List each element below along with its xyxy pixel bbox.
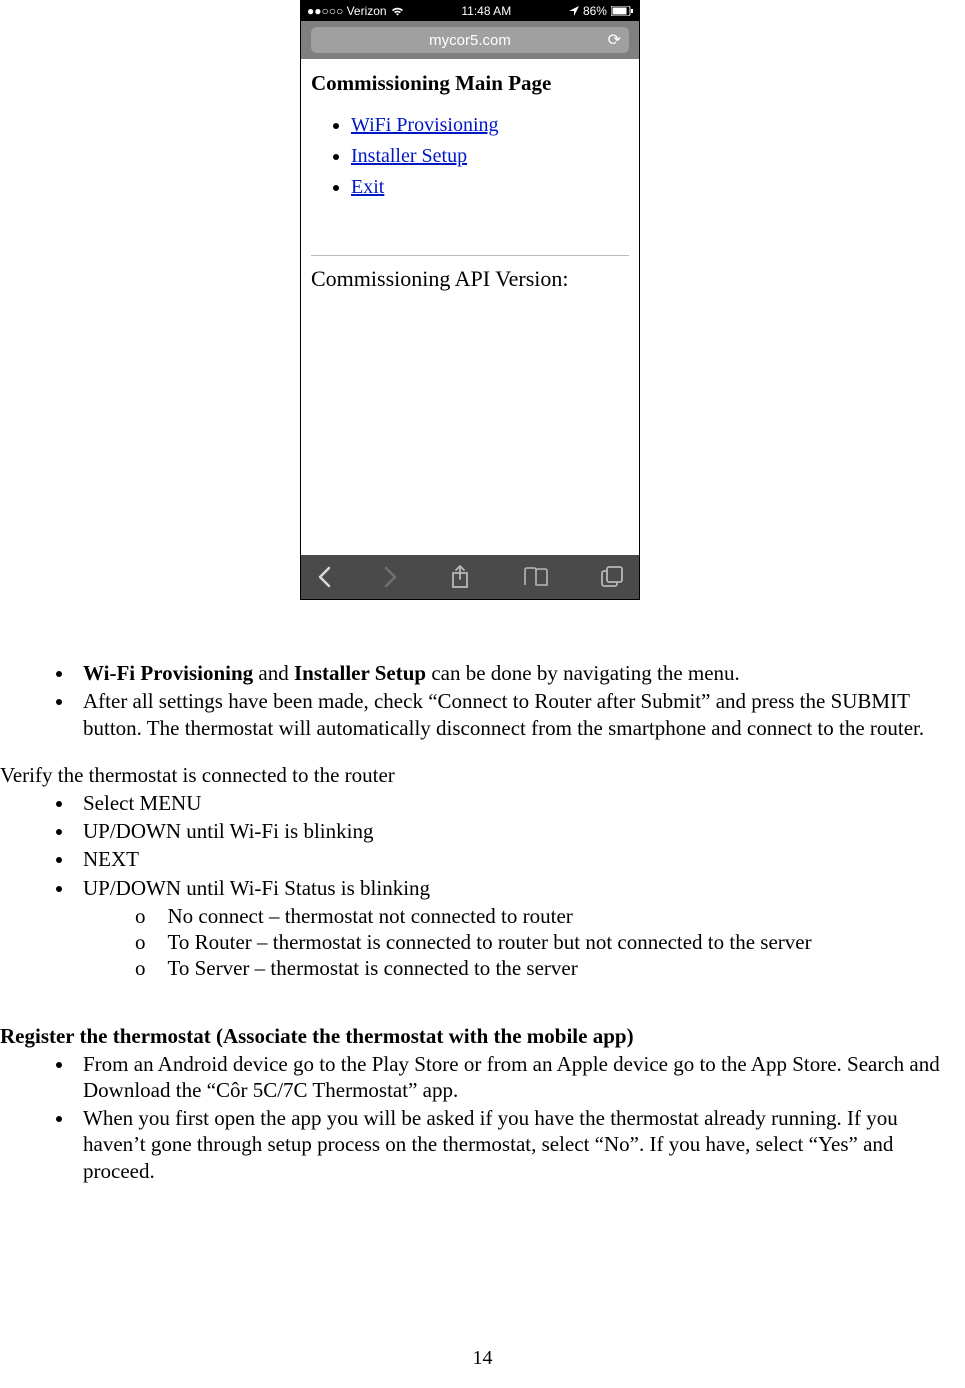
tabs-icon[interactable] (601, 566, 623, 588)
phone-page-content: Commissioning Main Page WiFi Provisionin… (301, 59, 639, 555)
bold-text: Wi-Fi Provisioning (83, 661, 253, 685)
verify-heading: Verify the thermostat is connected to th… (0, 763, 965, 788)
page-title: Commissioning Main Page (311, 71, 629, 96)
text: can be done by navigating the menu. (426, 661, 740, 685)
list-item: To Router – thermostat is connected to r… (135, 929, 965, 955)
divider (311, 255, 629, 256)
status-sublist: No connect – thermostat not connected to… (0, 903, 965, 982)
status-bar: ●●○○○ Verizon 11:48 AM 86% (301, 1, 639, 21)
battery-icon (611, 6, 633, 16)
page-number: 14 (0, 1347, 965, 1370)
wifi-icon (391, 6, 404, 16)
list-item: After all settings have been made, check… (75, 688, 965, 741)
instruction-list-1: Wi-Fi Provisioning and Installer Setup c… (0, 660, 965, 741)
text: and (253, 661, 294, 685)
reload-icon[interactable]: ⟳ (608, 30, 621, 50)
bold-text: Installer Setup (294, 661, 426, 685)
browser-toolbar (301, 555, 639, 599)
menu-item-installer: Installer Setup (351, 145, 629, 168)
list-item: Wi-Fi Provisioning and Installer Setup c… (75, 660, 965, 686)
api-version-label: Commissioning API Version: (311, 266, 629, 292)
list-item: When you first open the app you will be … (75, 1105, 965, 1184)
url-text: mycor5.com (429, 32, 511, 49)
verify-steps-list: Select MENU UP/DOWN until Wi-Fi is blink… (0, 790, 965, 901)
url-field[interactable]: mycor5.com ⟳ (311, 27, 629, 53)
main-menu-list: WiFi Provisioning Installer Setup Exit (311, 114, 629, 199)
installer-setup-link[interactable]: Installer Setup (351, 145, 467, 167)
status-time: 11:48 AM (461, 4, 511, 18)
exit-link[interactable]: Exit (351, 176, 384, 198)
forward-icon[interactable] (384, 566, 398, 588)
register-heading: Register the thermostat (Associate the t… (0, 1024, 965, 1049)
list-item: To Server – thermostat is connected to t… (135, 955, 965, 981)
location-icon (569, 6, 579, 16)
list-item: NEXT (75, 846, 965, 872)
battery-percent: 86% (583, 4, 607, 18)
register-list: From an Android device go to the Play St… (0, 1051, 965, 1184)
browser-address-bar: mycor5.com ⟳ (301, 21, 639, 59)
menu-item-wifi: WiFi Provisioning (351, 114, 629, 137)
list-item: From an Android device go to the Play St… (75, 1051, 965, 1104)
bookmarks-icon[interactable] (523, 567, 549, 587)
carrier-signal: ●●○○○ Verizon (307, 4, 387, 18)
menu-item-exit: Exit (351, 176, 629, 199)
list-item: UP/DOWN until Wi-Fi is blinking (75, 818, 965, 844)
list-item: UP/DOWN until Wi-Fi Status is blinking (75, 875, 965, 901)
share-icon[interactable] (450, 565, 470, 589)
list-item: No connect – thermostat not connected to… (135, 903, 965, 929)
list-item: Select MENU (75, 790, 965, 816)
wifi-provisioning-link[interactable]: WiFi Provisioning (351, 114, 499, 136)
phone-screenshot: ●●○○○ Verizon 11:48 AM 86% mycor5.com ⟳ … (300, 0, 640, 600)
back-icon[interactable] (317, 566, 331, 588)
document-body: Wi-Fi Provisioning and Installer Setup c… (0, 600, 965, 1184)
